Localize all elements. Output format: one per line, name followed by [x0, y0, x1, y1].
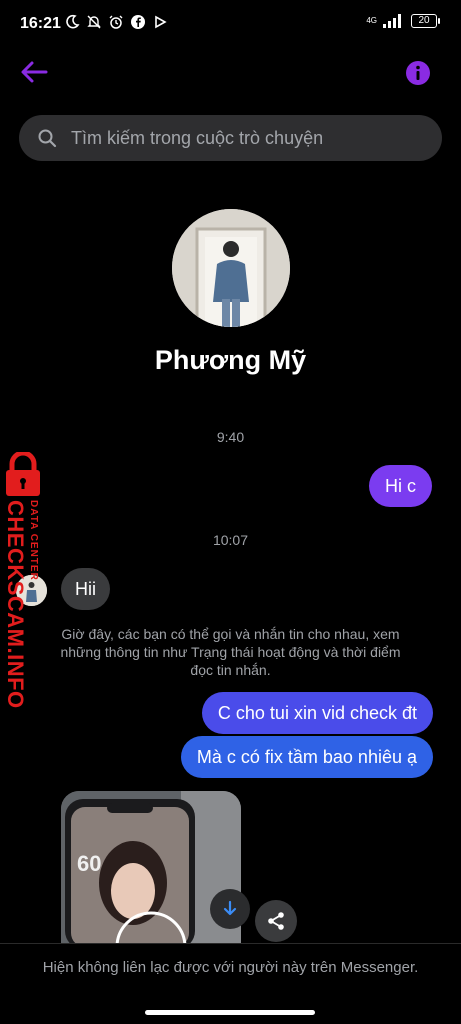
home-indicator[interactable] [145, 1010, 315, 1015]
message-bubble-outgoing[interactable]: C cho tui xin vid check đt [201, 692, 433, 734]
status-bar: 16:21 4G 20 [0, 0, 461, 48]
top-bar [0, 52, 461, 92]
lock-icon [6, 452, 40, 496]
battery-icon: 20 [411, 14, 440, 28]
avatar[interactable] [172, 209, 290, 327]
search-input[interactable] [71, 127, 411, 149]
watermark-text: CHECKSCAM.INFO [3, 500, 28, 709]
message-timestamp: 10:07 [212, 532, 249, 548]
status-right: 4G 20 [366, 14, 440, 28]
signal-icon [383, 14, 401, 28]
moon-icon [66, 14, 80, 29]
profile-photo [172, 209, 290, 327]
message-timestamp: 9:40 [216, 429, 245, 445]
facebook-icon [131, 15, 145, 29]
watermark-subtext: DATA CENTER [28, 500, 39, 581]
arrow-left-icon[interactable] [18, 58, 50, 86]
download-button[interactable] [210, 889, 250, 929]
profile-name: Phương Mỹ [154, 345, 307, 375]
search-icon [38, 129, 57, 148]
share-icon [268, 912, 284, 930]
status-time: 16:21 [20, 15, 61, 32]
bell-off-icon [87, 15, 101, 29]
info-icon[interactable] [405, 60, 431, 86]
search-bar[interactable] [19, 115, 442, 161]
connection-notice: Giờ đây, các bạn có thể gọi và nhắn tin … [60, 626, 401, 678]
message-bubble-outgoing[interactable]: Hi c [369, 465, 432, 507]
footer: Hiện không liên lạc được với người này t… [0, 943, 461, 1024]
play-store-icon [155, 15, 167, 29]
alarm-icon [109, 15, 123, 29]
svg-text:60: 60 [77, 851, 101, 876]
checkscam-watermark: CHECKSCAM.INFO DATA CENTER [0, 452, 50, 709]
network-label: 4G [366, 16, 377, 25]
status-icons [64, 14, 168, 30]
download-icon [223, 900, 237, 916]
unavailable-notice: Hiện không liên lạc được với người này t… [42, 959, 419, 976]
message-bubble-incoming[interactable]: Hii [61, 568, 110, 610]
message-bubble-outgoing[interactable]: Mà c có fix tầm bao nhiêu ạ [180, 736, 433, 778]
share-button[interactable] [255, 900, 297, 942]
